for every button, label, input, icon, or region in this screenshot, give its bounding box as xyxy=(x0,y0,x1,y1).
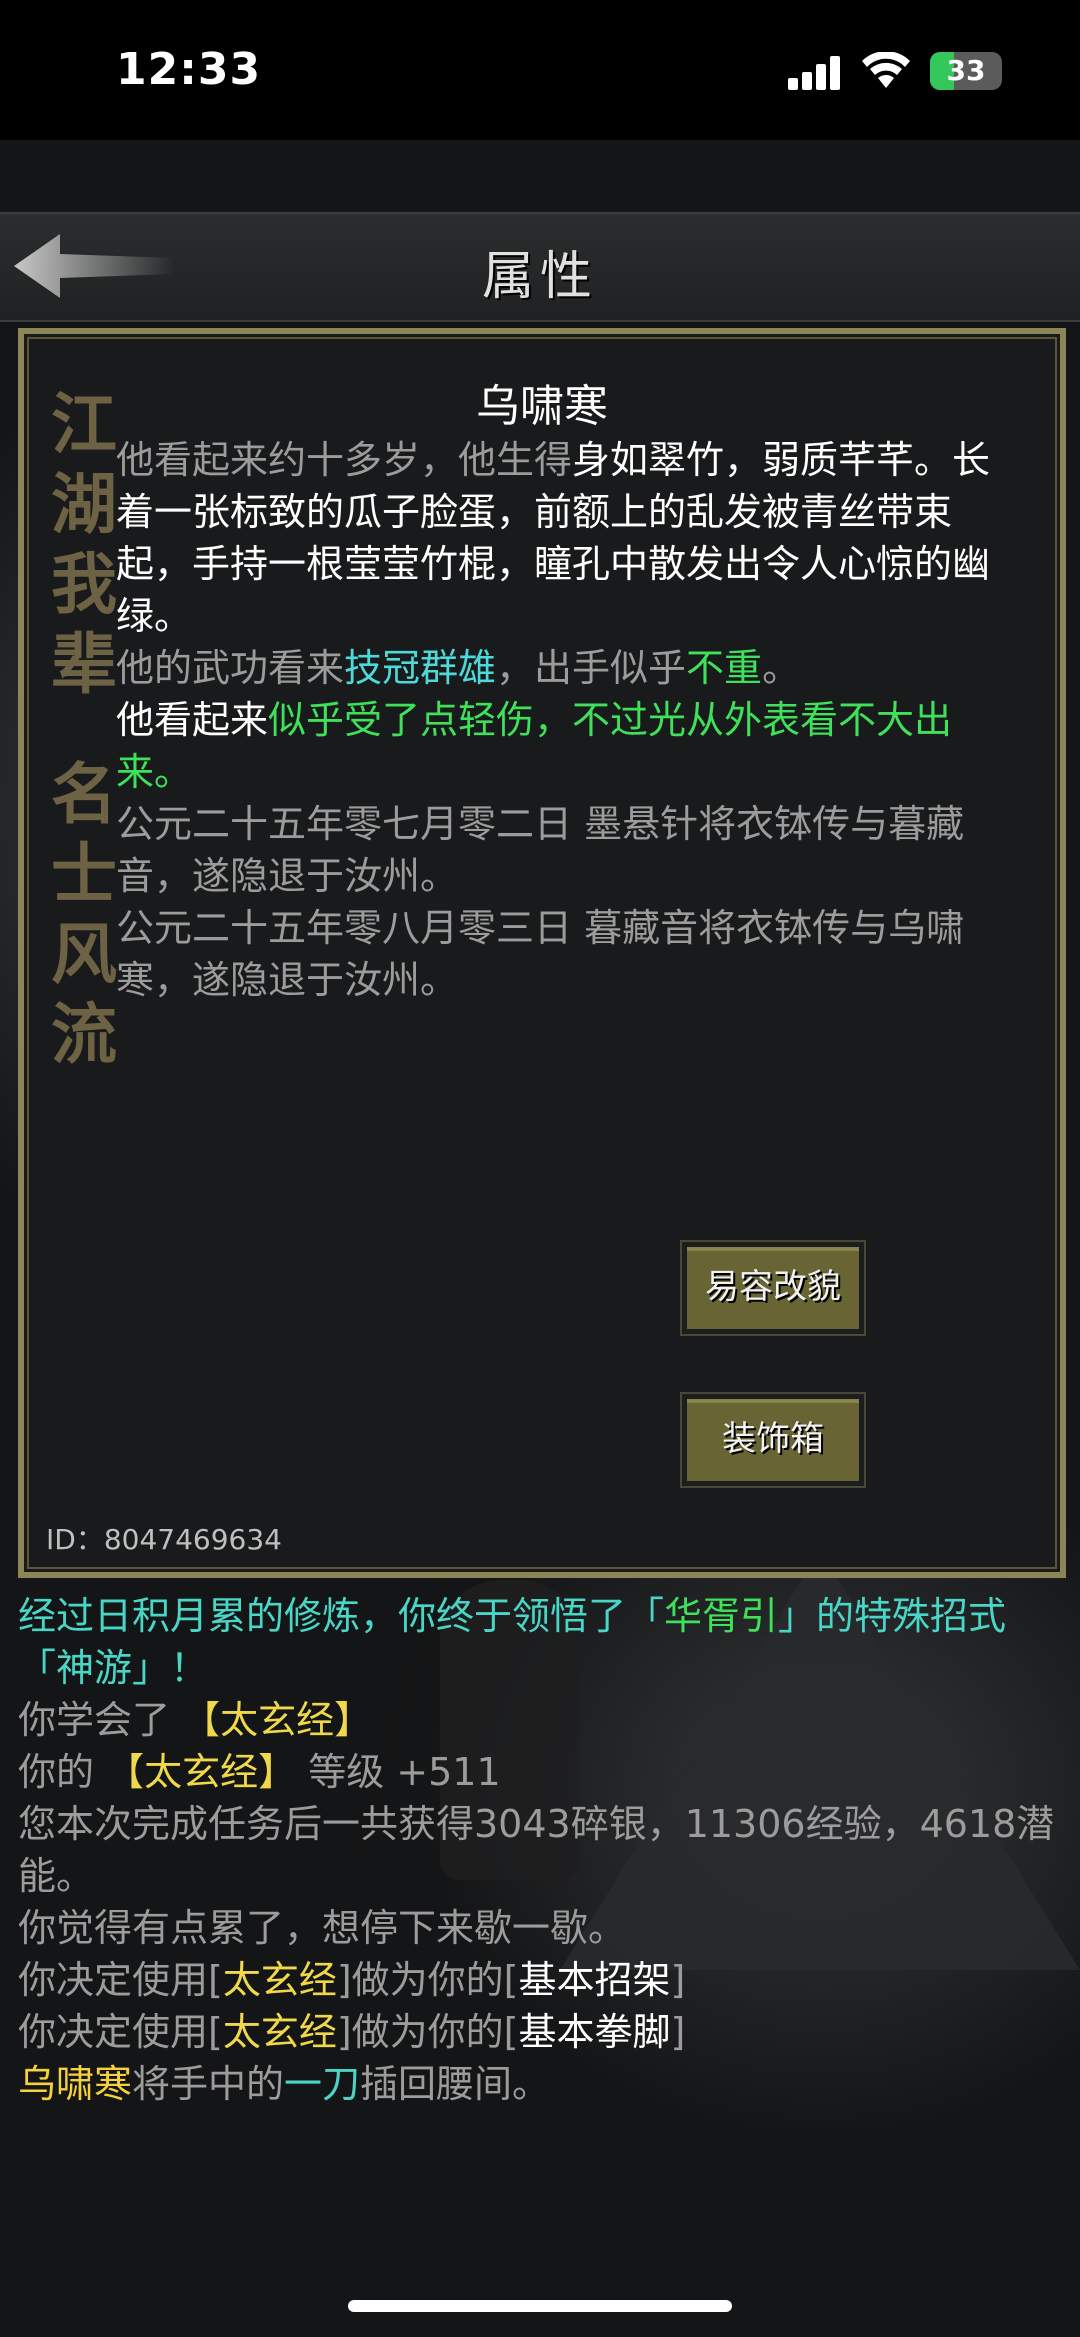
log-line: 乌啸寒将手中的一刀插回腰间。 xyxy=(18,2062,551,2106)
log-line: 你决定使用[太玄经]做为你的[基本拳脚] xyxy=(18,2010,686,2054)
message-log: 经过日积月累的修炼，你终于领悟了「华胥引」的特殊招式「神游」！ 你学会了 【太玄… xyxy=(18,1590,1068,2110)
home-indicator[interactable] xyxy=(348,2300,732,2312)
character-name: 乌啸寒 xyxy=(476,381,608,432)
status-time: 12:33 xyxy=(116,44,262,95)
wifi-icon xyxy=(862,52,910,88)
cellular-signal-icon xyxy=(788,56,844,90)
page-title: 属性 xyxy=(481,247,598,307)
history-entry: 公元二十五年零八月零三日 暮藏音将衣钵传与乌啸寒，遂隐退于汝州。 xyxy=(116,906,965,1002)
disguise-button[interactable]: 易容改貌 xyxy=(682,1242,864,1334)
status-bar: 12:33 33 xyxy=(0,0,1080,140)
battery-icon: 33 xyxy=(930,52,1002,90)
player-id: ID：8047469634 xyxy=(46,1523,282,1556)
history-entry: 公元二十五年零七月零二日 墨悬针将衣钵传与暮藏音，遂隐退于汝州。 xyxy=(116,802,965,898)
health-status-text: 他看起来似乎受了点轻伤，不过光从外表看不大出来。 xyxy=(116,698,953,794)
log-line: 经过日积月累的修炼，你终于领悟了「华胥引」的特殊招式「神游」！ xyxy=(18,1594,1007,1690)
character-info-panel: 江 湖 我 辈 名 士 风 流 乌啸寒 他看起来约十多岁，他生得身如翠竹，弱质芊… xyxy=(18,328,1066,1578)
character-description: 他看起来约十多岁，他生得身如翠竹，弱质芊芊。长着一张标致的瓜子脸蛋，前额上的乱发… xyxy=(116,434,996,1006)
log-line: 你学会了 【太玄经】 xyxy=(18,1698,373,1742)
top-bar: 属性 xyxy=(0,212,1080,322)
battery-level: 33 xyxy=(946,54,986,87)
side-slogan: 江 湖 我 辈 名 士 风 流 xyxy=(51,385,117,1073)
log-line: 你的 【太玄经】 等级 +511 xyxy=(18,1750,501,1794)
log-line: 你觉得有点累了，想停下来歇一歇。 xyxy=(18,1906,627,1950)
log-line: 你决定使用[太玄经]做为你的[基本招架] xyxy=(18,1958,686,2002)
appearance-text: 他看起来约十多岁，他生得身如翠竹，弱质芊芊。长着一张标致的瓜子脸蛋，前额上的乱发… xyxy=(116,438,991,638)
log-line: 您本次完成任务后一共获得3043碎银，11306经验，4618潜能。 xyxy=(18,1802,1055,1898)
martial-skill-text: 他的武功看来技冠群雄，出手似乎不重。 xyxy=(116,646,801,690)
wardrobe-button[interactable]: 装饰箱 xyxy=(682,1394,864,1486)
